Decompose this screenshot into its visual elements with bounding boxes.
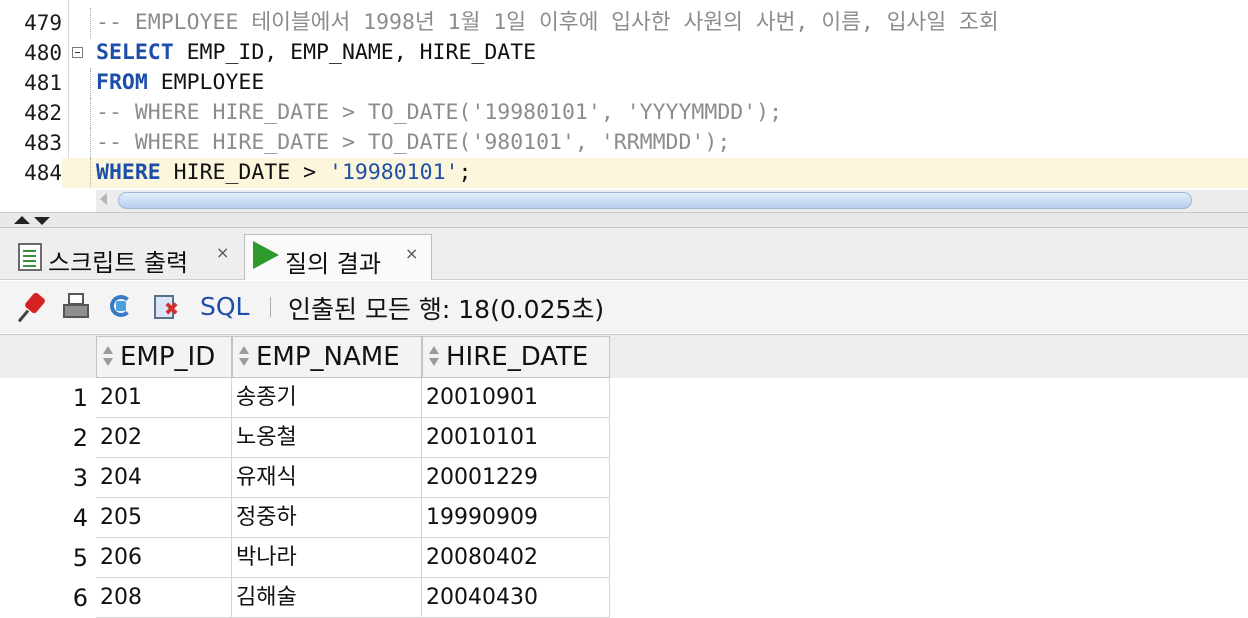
code-line[interactable]: 480 SELECT EMP_ID, EMP_NAME, HIRE_DATE bbox=[0, 38, 1248, 68]
code-comment: -- EMPLOYEE 테이블에서 1998년 1월 1일 이후에 입사한 사원… bbox=[96, 10, 999, 35]
code-line-current[interactable]: 484 WHERE HIRE_DATE > '19980101'; bbox=[0, 158, 1248, 188]
toolbar-divider bbox=[270, 297, 271, 317]
column-title: HIRE_DATE bbox=[446, 342, 589, 372]
code-comment: -- WHERE HIRE_DATE > TO_DATE('980101', '… bbox=[96, 130, 731, 155]
column-title: EMP_ID bbox=[120, 342, 216, 372]
code-text[interactable]: FROM EMPLOYEE bbox=[96, 68, 264, 98]
pin-icon[interactable] bbox=[18, 293, 48, 323]
row-number: 2 bbox=[72, 424, 88, 452]
cell-emp-id[interactable]: 202 bbox=[96, 418, 232, 458]
line-number: 480 bbox=[24, 41, 62, 65]
code-text[interactable]: SELECT EMP_ID, EMP_NAME, HIRE_DATE bbox=[96, 38, 536, 68]
cell-hire-date[interactable]: 19990909 bbox=[422, 498, 610, 538]
tab-script-output[interactable]: 스크립트 출력 × bbox=[10, 234, 242, 280]
cell-emp-name[interactable]: 노옹철 bbox=[232, 418, 422, 458]
row-number: 4 bbox=[72, 504, 88, 532]
sql-editor[interactable]: 479 -- EMPLOYEE 테이블에서 1998년 1월 1일 이후에 입사… bbox=[0, 0, 1248, 212]
table-row[interactable]: 4 205 정중하 19990909 bbox=[0, 498, 610, 538]
indent-guide bbox=[90, 98, 91, 128]
print-icon[interactable] bbox=[62, 293, 92, 323]
column-header-emp-id[interactable]: EMP_ID bbox=[96, 336, 232, 378]
cell-emp-id[interactable]: 206 bbox=[96, 538, 232, 578]
sort-icon[interactable] bbox=[428, 345, 440, 369]
tab-label: 스크립트 출력 bbox=[48, 249, 189, 277]
cell-hire-date[interactable]: 20080402 bbox=[422, 538, 610, 578]
cell-emp-name[interactable]: 송종기 bbox=[232, 378, 422, 418]
code-text[interactable]: -- EMPLOYEE 테이블에서 1998년 1월 1일 이후에 입사한 사원… bbox=[96, 8, 999, 38]
horizontal-scrollbar-thumb[interactable] bbox=[118, 192, 1192, 209]
result-toolbar bbox=[0, 281, 1248, 333]
code-line[interactable]: 482 -- WHERE HIRE_DATE > TO_DATE('199801… bbox=[0, 98, 1248, 128]
indent-guide bbox=[90, 158, 91, 188]
refresh-icon[interactable] bbox=[108, 293, 138, 323]
indent-guide bbox=[90, 68, 91, 98]
table-row[interactable]: 5 206 박나라 20080402 bbox=[0, 538, 610, 578]
cell-hire-date[interactable]: 20010901 bbox=[422, 378, 610, 418]
fold-collapse-icon[interactable] bbox=[72, 47, 83, 58]
code-text[interactable]: -- WHERE HIRE_DATE > TO_DATE('19980101',… bbox=[96, 98, 782, 128]
tab-close-button[interactable]: × bbox=[405, 244, 418, 263]
cell-emp-name[interactable]: 유재식 bbox=[232, 458, 422, 498]
row-number: 5 bbox=[72, 544, 88, 572]
cell-hire-date[interactable]: 20040430 bbox=[422, 578, 610, 618]
splitter-up-arrow-icon[interactable] bbox=[14, 216, 30, 224]
code-text[interactable]: -- WHERE HIRE_DATE > TO_DATE('980101', '… bbox=[96, 128, 730, 158]
row-number: 6 bbox=[72, 584, 88, 612]
code-line[interactable]: 481 FROM EMPLOYEE bbox=[0, 68, 1248, 98]
row-number: 3 bbox=[72, 464, 88, 492]
panel-splitter[interactable] bbox=[0, 212, 1248, 228]
table-row[interactable]: 6 208 김해술 20040430 bbox=[0, 578, 610, 618]
cell-emp-id[interactable]: 201 bbox=[96, 378, 232, 418]
code-comment: -- WHERE HIRE_DATE > TO_DATE('19980101',… bbox=[96, 100, 783, 125]
code-plain: HIRE_DATE > bbox=[160, 160, 330, 185]
cell-emp-name[interactable]: 김해술 bbox=[232, 578, 422, 618]
line-number: 484 bbox=[0, 158, 62, 188]
column-title: EMP_NAME bbox=[256, 342, 400, 372]
cell-hire-date[interactable]: 20001229 bbox=[422, 458, 610, 498]
code-line[interactable]: 479 -- EMPLOYEE 테이블에서 1998년 1월 1일 이후에 입사… bbox=[0, 8, 1248, 38]
table-row[interactable]: 1 201 송종기 20010901 bbox=[0, 378, 610, 418]
indent-guide bbox=[90, 8, 91, 38]
export-icon[interactable] bbox=[152, 293, 182, 323]
code-keyword: SELECT bbox=[96, 40, 174, 65]
table-row[interactable]: 3 204 유재식 20001229 bbox=[0, 458, 610, 498]
tab-label: 질의 결과 bbox=[285, 250, 381, 278]
cell-emp-id[interactable]: 208 bbox=[96, 578, 232, 618]
cell-emp-name[interactable]: 박나라 bbox=[232, 538, 422, 578]
code-text[interactable]: WHERE HIRE_DATE > '19980101'; bbox=[96, 158, 471, 188]
tab-query-result[interactable]: 질의 결과 × bbox=[244, 234, 432, 280]
code-plain: EMPLOYEE bbox=[147, 70, 265, 95]
tab-close-button[interactable]: × bbox=[216, 243, 229, 262]
scroll-left-arrow-icon[interactable] bbox=[100, 193, 107, 205]
cell-emp-id[interactable]: 204 bbox=[96, 458, 232, 498]
line-number: 483 bbox=[24, 131, 62, 155]
sort-icon[interactable] bbox=[238, 345, 250, 369]
code-keyword: FROM bbox=[96, 70, 148, 95]
column-header-emp-name[interactable]: EMP_NAME bbox=[232, 336, 422, 378]
sql-button[interactable]: SQL bbox=[200, 292, 249, 321]
cell-emp-id[interactable]: 205 bbox=[96, 498, 232, 538]
line-number: 481 bbox=[24, 71, 62, 95]
line-number: 482 bbox=[24, 101, 62, 125]
run-play-icon bbox=[253, 241, 279, 269]
splitter-down-arrow-icon[interactable] bbox=[34, 217, 50, 225]
fetch-status: 인출된 모든 행: 18(0.025초) bbox=[288, 295, 605, 324]
row-number: 1 bbox=[72, 384, 88, 412]
line-number: 479 bbox=[24, 11, 62, 35]
code-keyword: WHERE bbox=[96, 160, 161, 185]
script-document-icon bbox=[18, 243, 42, 271]
column-header-hire-date[interactable]: HIRE_DATE bbox=[422, 336, 610, 378]
indent-guide bbox=[90, 128, 91, 158]
sort-icon[interactable] bbox=[102, 345, 114, 369]
code-plain: EMP_ID, EMP_NAME, HIRE_DATE bbox=[173, 40, 537, 65]
cell-hire-date[interactable]: 20010101 bbox=[422, 418, 610, 458]
code-plain: ; bbox=[458, 160, 472, 185]
code-string: '19980101' bbox=[329, 160, 459, 185]
table-row[interactable]: 2 202 노옹철 20010101 bbox=[0, 418, 610, 458]
cell-emp-name[interactable]: 정중하 bbox=[232, 498, 422, 538]
code-line[interactable]: 483 -- WHERE HIRE_DATE > TO_DATE('980101… bbox=[0, 128, 1248, 158]
